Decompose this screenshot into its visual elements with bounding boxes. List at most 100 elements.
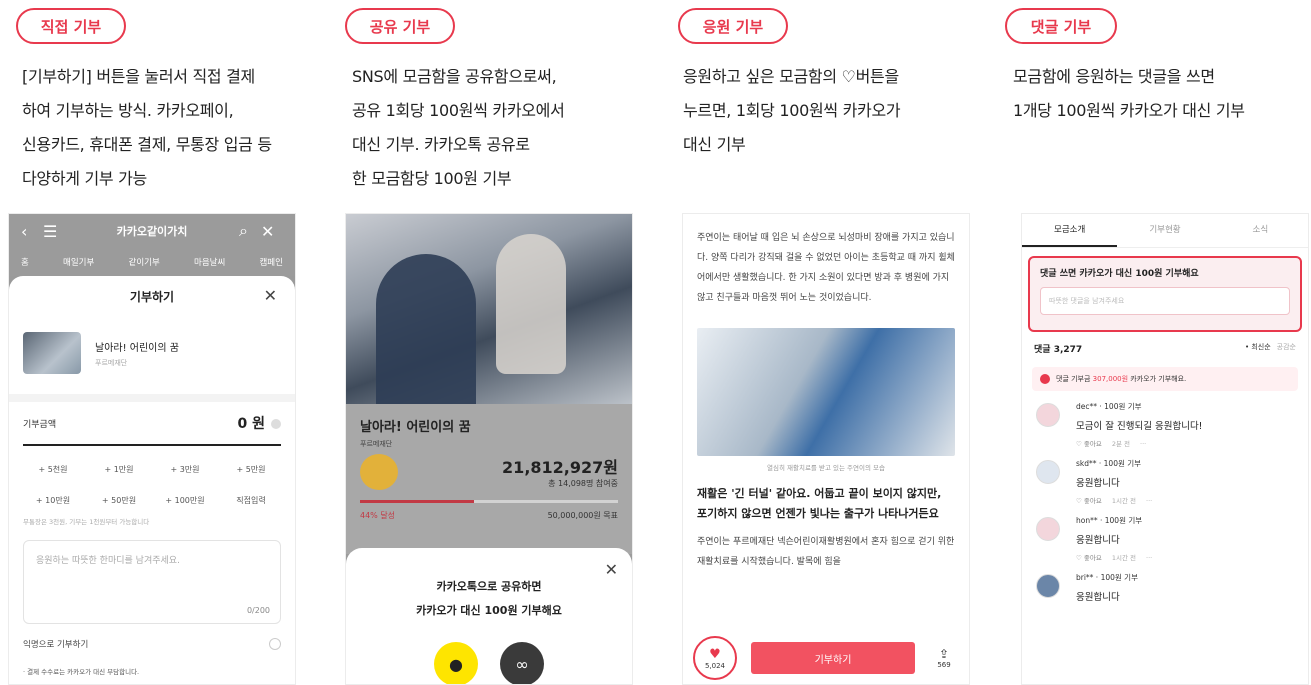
message-placeholder: 응원하는 따뜻한 한마디를 남겨주세요. [36,556,180,566]
tab-status[interactable]: 기부현황 [1117,214,1212,247]
banner-text-prefix: 댓글 기부금 [1056,375,1093,383]
amount-field[interactable]: 기부금액 0 원 [23,402,281,446]
column-share-donation: 공유 기부 SNS에 모금함을 공유함으로써, 공유 1회당 100원씩 카카오… [335,0,655,685]
story-photo [697,328,955,456]
comment-input[interactable]: 따뜻한 댓글을 남겨주세요 [1040,287,1290,315]
cheer-count: 5,024 [704,661,726,670]
amount-chip[interactable]: + 1만원 [89,458,149,481]
description-line: 응원하고 싶은 모금함의 ♡버튼을 [683,67,899,86]
comment-actions: ♡ 좋아요 2분 전 ··· [1076,438,1203,448]
close-icon[interactable]: ✕ [264,286,277,305]
amount-label: 기부금액 [23,419,57,430]
sort-popular[interactable]: 공감순 [1277,343,1296,351]
nav-tab[interactable]: 같이기부 [129,256,160,268]
more-icon[interactable]: ··· [1146,554,1152,562]
kakaotalk-share-button[interactable]: ● [434,642,478,684]
content-tabs: 모금소개 기부현황 소식 [1022,214,1308,248]
amount-chip-custom[interactable]: 직접입력 [221,489,281,512]
story-heading: 재활은 '긴 터널' 같아요. 어둡고 끝이 보이지 않지만, 포기하지 않으면… [697,487,942,520]
anonymous-row[interactable]: 익명으로 기부하기 [23,638,281,650]
share-buttons: ● ∞ [346,642,632,684]
amount-chip[interactable]: + 100만원 [155,489,215,512]
nav-tab[interactable]: 매일기부 [63,256,94,268]
project-summary: 날아라! 어린이의 꿈 푸르메재단 [23,322,281,384]
phone-donate-screen: ‹ ☰ 카카오같이가치 ⌕ ✕ 홈 매일기부 같이기부 마음날씨 캠페인 기부하… [8,213,296,685]
comment-time: 1시간 전 [1111,497,1136,505]
like-button[interactable]: ♡ 좋아요 [1076,440,1102,448]
description-line: 하여 기부하는 방식. 카카오페이, [22,101,234,120]
project-org: 푸르메재단 [95,358,128,367]
cheer-button[interactable]: ♥ 5,024 [693,636,737,680]
menu-icon[interactable]: ☰ [43,222,65,241]
description-line: 대신 기부. 카카오톡 공유로 [352,135,530,154]
description: 모금함에 응원하는 댓글을 쓰면 1개당 100원씩 카카오가 대신 기부 [1013,60,1311,128]
share-button[interactable]: ⇪ 569 [929,647,959,669]
like-button[interactable]: ♡ 좋아요 [1076,554,1102,562]
comment-actions: ♡ 좋아요 1시간 전 ··· [1076,552,1162,562]
banner-amount: 307,000원 [1092,375,1129,383]
amount-chip[interactable]: + 5만원 [221,458,281,481]
like-button[interactable]: ♡ 좋아요 [1076,497,1102,505]
progress-bar [360,500,618,503]
nav-tab[interactable]: 마음날씨 [194,256,225,268]
nav-tab[interactable]: 캠페인 [259,256,282,268]
amount-chip[interactable]: + 5천원 [23,458,83,481]
tag-direct-donation: 직접 기부 [16,8,126,44]
message-input[interactable]: 응원하는 따뜻한 한마디를 남겨주세요. 0/200 [23,540,281,624]
comment-time: 2분 전 [1111,440,1131,448]
description: [기부하기] 버튼을 눌러서 직접 결제 하여 기부하는 방식. 카카오페이, … [22,60,327,196]
comment-user: dec** · 100원 기부 [1076,402,1142,411]
campaign-title: 날아라! 어린이의 꿈 [360,420,471,435]
minimum-note: 무통장은 3천원, 기부는 1천원부터 가능합니다 [23,518,150,526]
description-line: 신용카드, 휴대폰 결제, 무통장 입금 등 [22,135,272,154]
description: SNS에 모금함을 공유함으로써, 공유 1회당 100원씩 카카오에서 대신 … [352,60,652,196]
avatar [1036,403,1060,427]
amount-chips: + 5천원 + 1만원 + 3만원 + 5만원 + 10만원 + 50만원 + … [23,458,281,512]
amount-chip[interactable]: + 50만원 [89,489,149,512]
back-icon[interactable]: ‹ [21,222,43,241]
close-icon[interactable]: ✕ [605,560,618,579]
description-line: 모금함에 응원하는 댓글을 쓰면 [1013,67,1215,86]
project-thumbnail [23,332,81,374]
link-share-button[interactable]: ∞ [500,642,544,684]
description-line: 다양하게 기부 가능 [22,169,147,188]
avatar [1036,517,1060,541]
more-icon[interactable]: ··· [1140,440,1146,448]
more-icon[interactable]: ··· [1146,497,1152,505]
comment-item: dec** · 100원 기부 모금이 잘 진행되길 응원합니다! ♡ 좋아요 2… [1022,391,1308,448]
comment-user: hon** · 100원 기부 [1076,516,1143,525]
share-sheet: ✕ 카카오톡으로 공유하면 카카오가 대신 100원 기부해요 ● ∞ [346,548,632,684]
sheet-header: 기부하기 ✕ [23,276,281,316]
tab-news[interactable]: 소식 [1213,214,1308,247]
goal-amount: 50,000,000원 목표 [547,511,618,520]
comment-box-title: 댓글 쓰면 카카오가 대신 100원 기부해요 [1040,269,1199,279]
close-icon[interactable]: ✕ [261,222,283,241]
link-icon: ∞ [515,654,529,674]
anonymous-checkbox[interactable] [269,638,281,650]
amount-chip[interactable]: + 3만원 [155,458,215,481]
tab-intro[interactable]: 모금소개 [1022,214,1118,247]
phone-story-screen: 주연이는 태어날 때 입은 뇌 손상으로 뇌성마비 장애를 가지고 있습니다. … [682,213,970,685]
progress-fill [360,500,474,503]
share-message-line: 카카오톡으로 공유하면 [436,580,542,593]
sort-latest[interactable]: • 최신순 [1245,343,1271,351]
photo-figure [376,254,476,404]
banner-text-suffix: 카카오가 기부해요. [1128,375,1187,383]
photo-figure [496,234,566,374]
anonymous-label: 익명으로 기부하기 [23,640,89,650]
clear-icon[interactable] [271,419,281,429]
donate-button[interactable]: 기부하기 [751,642,915,674]
raised-amount: 21,812,927원 [502,458,618,477]
nav-tab[interactable]: 홈 [21,256,29,268]
avatar [1036,460,1060,484]
column-cheer-donation: 응원 기부 응원하고 싶은 모금함의 ♡버튼을 누르면, 1회당 100원씩 카… [670,0,990,685]
amount-chip[interactable]: + 10만원 [23,489,83,512]
search-icon[interactable]: ⌕ [239,221,261,241]
progress-percent: 44% 달성 [360,511,396,520]
description-line: 대신 기부 [683,135,746,154]
comment-item: skd** · 100원 기부 응원합니다 ♡ 좋아요 1시간 전 ··· [1022,448,1308,505]
participant-count: 총 14,098명 참여중 [548,479,618,488]
heart-icon: ♥ [709,646,721,662]
story-text: 주연이는 푸르메재단 넥슨어린이재활병원에서 혼자 힘으로 걷기 위한 재활치료… [697,537,955,567]
campaign-org: 푸르메재단 [360,440,393,448]
